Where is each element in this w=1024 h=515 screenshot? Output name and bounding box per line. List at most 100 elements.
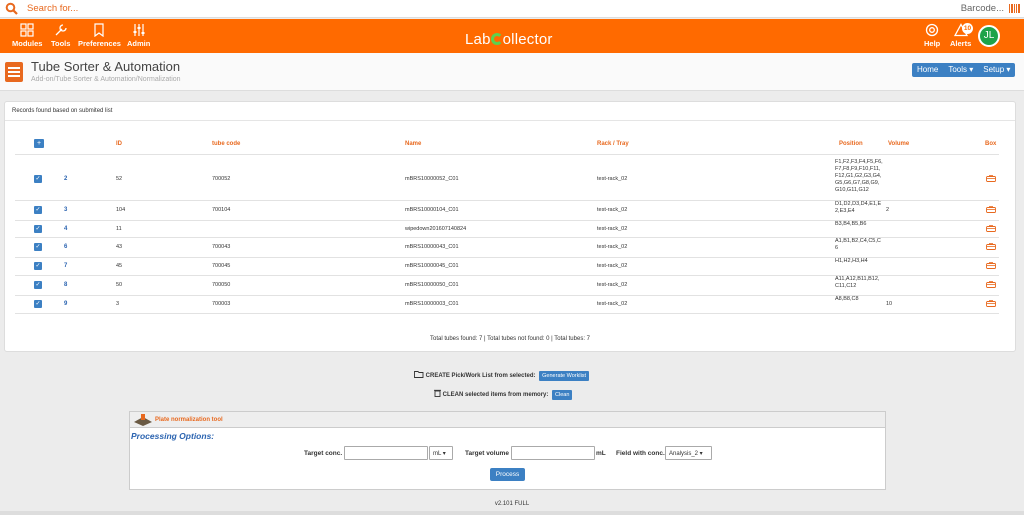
row-id: 45 — [116, 263, 123, 269]
select-all-button[interactable]: + — [34, 139, 44, 148]
search-icon[interactable] — [5, 2, 18, 15]
row-checkbox[interactable]: ✓ — [34, 281, 42, 289]
column-header-rack[interactable]: Rack / Tray — [597, 141, 629, 147]
plate-tool-icon — [134, 414, 152, 426]
column-header-name[interactable]: Name — [405, 141, 421, 147]
bottom-scrollbar[interactable] — [0, 511, 1024, 515]
row-number-link[interactable]: 4 — [64, 226, 67, 232]
box-icon[interactable] — [986, 175, 996, 182]
logo-lab: Lab — [465, 31, 491, 48]
target-conc-label: Target conc. — [304, 450, 343, 457]
row-checkbox[interactable]: ✓ — [34, 206, 42, 214]
row-checkbox[interactable]: ✓ — [34, 224, 42, 233]
create-worklist-row: CREATE Pick/Work List from selected: Gen… — [414, 371, 590, 381]
box-icon[interactable] — [986, 300, 996, 307]
box-icon[interactable] — [986, 281, 996, 288]
nav-preferences-label: Preferences — [78, 39, 121, 48]
row-number-link[interactable]: 7 — [64, 263, 67, 269]
row-rack: test-rack_02 — [597, 301, 628, 307]
header-button-group: Home Tools ▾ Setup ▾ — [912, 63, 1016, 77]
target-conc-input[interactable] — [344, 446, 428, 460]
header-divider — [15, 154, 999, 155]
barcode-icon[interactable] — [1009, 4, 1020, 13]
row-position: A11,A12,B11,B12, C11,C12 — [835, 276, 880, 289]
nav-admin[interactable]: Admin — [127, 23, 150, 48]
tool-header: Plate normalization tool — [130, 412, 885, 428]
nav-tools[interactable]: Tools — [51, 23, 70, 48]
tools-dropdown-button[interactable]: Tools ▾ — [943, 63, 978, 77]
nav-admin-label: Admin — [127, 39, 151, 48]
target-volume-input[interactable] — [511, 446, 595, 460]
row-id: 43 — [116, 244, 123, 250]
logo-collector: ollector — [502, 31, 553, 48]
box-icon[interactable] — [986, 224, 996, 232]
row-tube-code: 700045 — [212, 263, 231, 269]
logo-c-icon — [490, 33, 503, 45]
row-volume: 2 — [886, 207, 890, 213]
nav-help[interactable]: Help — [924, 23, 940, 48]
totals-summary: Total tubes found: 7 | Total tubes not f… — [429, 336, 590, 342]
alerts-count-badge: 10 — [962, 23, 973, 34]
row-number-link[interactable]: 2 — [64, 176, 67, 182]
clean-button[interactable]: Clean — [552, 390, 573, 400]
search-input[interactable]: Search for... — [27, 3, 78, 14]
box-icon[interactable] — [986, 243, 996, 250]
field-with-conc-select[interactable]: Analysis_2 ▾ — [665, 446, 712, 460]
row-checkbox[interactable]: ✓ — [34, 300, 42, 308]
row-tube-code: 700104 — [212, 207, 231, 213]
row-name: mBRS10000043_C01 — [405, 244, 459, 250]
modules-icon — [20, 23, 34, 37]
field-with-conc-value: Analysis_2 — [669, 451, 699, 457]
breadcrumb: Add-on/Tube Sorter & Automation/Normaliz… — [31, 76, 181, 83]
column-header-volume[interactable]: Volume — [888, 141, 909, 147]
labcollector-logo[interactable]: Lab ollector — [465, 31, 553, 48]
column-header-box[interactable]: Box — [985, 141, 996, 147]
page-title: Tube Sorter & Automation — [31, 59, 181, 74]
nav-alerts-label: Alerts — [950, 39, 972, 48]
row-position: B3,B4,B5,B6 — [835, 221, 867, 227]
column-header-id[interactable]: ID — [116, 141, 122, 147]
row-rack: test-rack_02 — [597, 176, 628, 182]
column-header-position[interactable]: Position — [839, 141, 863, 147]
row-number-link[interactable]: 3 — [64, 207, 67, 213]
home-button[interactable]: Home — [912, 63, 943, 77]
row-position: F1,F2,F3,F4,F5,F6, F7,F8,F9,F10,F11, F12… — [835, 159, 883, 193]
sliders-icon — [133, 24, 145, 36]
user-avatar[interactable]: JL — [978, 25, 1000, 47]
records-heading: Records found based on submited list — [5, 102, 1015, 121]
nav-help-label: Help — [924, 39, 941, 48]
row-number-link[interactable]: 9 — [64, 301, 67, 307]
setup-dropdown-button[interactable]: Setup ▾ — [978, 63, 1015, 77]
process-button[interactable]: Process — [490, 468, 525, 481]
row-id: 50 — [116, 282, 123, 288]
column-header-tube-code[interactable]: tube code — [212, 141, 240, 147]
conc-unit-value: mL — [433, 451, 442, 457]
row-tube-code: 700003 — [212, 301, 231, 307]
processing-options-heading: Processing Options: — [131, 431, 215, 441]
row-number-link[interactable]: 6 — [64, 244, 67, 250]
row-checkbox[interactable]: ✓ — [34, 262, 42, 270]
global-search-bar: Search for... Barcode... — [0, 0, 1024, 18]
row-rack: test-rack_02 — [597, 282, 628, 288]
row-id: 52 — [116, 176, 123, 182]
row-number-link[interactable]: 8 — [64, 282, 67, 288]
bookmark-icon — [94, 23, 105, 37]
row-position: A8,B8,C8 — [835, 296, 859, 302]
trash-icon — [434, 389, 441, 397]
row-rack: test-rack_02 — [597, 207, 628, 213]
plate-normalization-tool: Plate normalization tool Processing Opti… — [129, 411, 886, 490]
wrench-icon — [55, 24, 67, 36]
row-position: H1,H2,H3,H4 — [835, 258, 868, 264]
box-icon[interactable] — [986, 262, 996, 269]
row-id: 3 — [116, 301, 120, 307]
nav-modules[interactable]: Modules — [12, 23, 42, 48]
generate-worklist-button[interactable]: Generate Worklist — [539, 371, 590, 381]
nav-preferences[interactable]: Preferences — [78, 23, 121, 48]
row-position: A1,B1,B2,C4,C5,C 6 — [835, 238, 881, 251]
row-checkbox[interactable]: ✓ — [34, 243, 42, 251]
conc-unit-select[interactable]: mL ▾ — [429, 446, 453, 460]
row-checkbox[interactable]: ✓ — [34, 175, 42, 183]
box-icon[interactable] — [986, 206, 996, 213]
barcode-input[interactable]: Barcode... — [961, 3, 1004, 14]
row-name: mBRS10000045_C01 — [405, 263, 459, 269]
